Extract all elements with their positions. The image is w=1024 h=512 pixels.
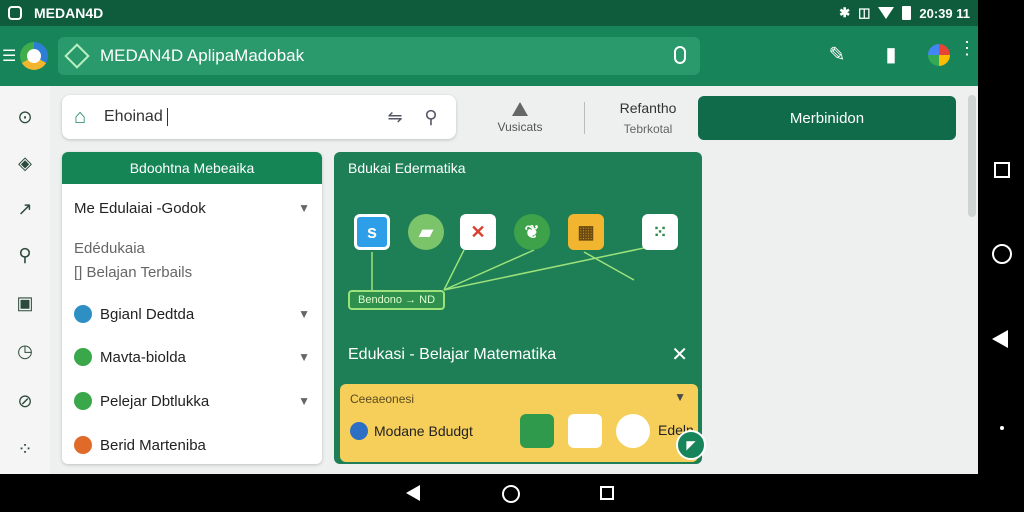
app-logo[interactable] [20, 42, 48, 70]
menu-icon[interactable]: ☰ [2, 46, 16, 66]
vibrate-icon: ◫ [858, 5, 871, 20]
list-item[interactable]: Bgianl Dedtda ▼ [74, 300, 310, 328]
home-icon[interactable] [502, 485, 520, 503]
visuals-label: Vusicats [497, 120, 543, 134]
more-vert-icon[interactable]: ⋮ [958, 39, 976, 57]
text-button-bottom: Tebrkotal [623, 122, 673, 136]
nav-rail: ⊙ ◈ ↗ ⚲ ▣ ◷ ⊘ ⁘ [0, 86, 50, 474]
app-status-icon [8, 6, 22, 20]
sub-card[interactable]: Ceeaeonesi ▼ Modane Bdudgt Edeln [340, 384, 698, 462]
tools-icon[interactable]: ✕ [460, 214, 496, 250]
chevron-down-icon[interactable]: ▼ [674, 390, 686, 404]
recents-icon[interactable] [994, 162, 1010, 178]
home-icon[interactable] [992, 244, 1012, 264]
link-icon[interactable]: ⊘ [14, 390, 36, 412]
edu-card[interactable]: Bdukai Edermatika s ▰ ✕ ❦ ▦ ⁙ Bendono → … [334, 152, 702, 464]
check-icon [350, 422, 368, 440]
back-icon[interactable] [992, 330, 1008, 348]
app-tile-icon[interactable]: s [354, 214, 390, 250]
list-item[interactable]: Me Edulaiai -Godok ▼ [74, 194, 310, 222]
app-title: MEDAN4D AplipaMadobak [100, 46, 305, 65]
status-time: 20:39 11 [919, 5, 970, 21]
dot-icon [1000, 426, 1004, 430]
bookmark-icon[interactable]: ▮ [880, 44, 902, 66]
sub-card-row[interactable]: Modane Bdudgt [350, 422, 473, 440]
list-item[interactable]: Mavta-biolda ▼ [74, 343, 310, 371]
text-button[interactable]: Refantho Tebrkotal [608, 100, 688, 136]
text-button-top: Refantho [619, 100, 677, 116]
visuals-button[interactable]: Vusicats [490, 98, 550, 138]
pen-icon[interactable]: ✎ [826, 44, 848, 66]
orange-dot-icon [74, 436, 92, 454]
app-screen: MEDAN4D ✱ ◫ 20:39 11 ☰ MEDAN4D AplipaMad… [0, 0, 978, 474]
list-subitem[interactable]: Edédukaia [74, 240, 145, 257]
side-navigation-bar [978, 0, 1024, 474]
battery-icon [902, 6, 912, 20]
close-icon[interactable]: ✕ [671, 342, 688, 367]
calendar-icon[interactable]: ▣ [14, 292, 36, 314]
list-item[interactable]: Berid Marteniba [74, 431, 310, 459]
app-mini-icon[interactable] [616, 414, 650, 448]
list-subitem[interactable]: [] Belajan Terbails [74, 264, 192, 281]
sub-card-label: Ceeaeonesi [350, 392, 415, 406]
divider [584, 102, 585, 134]
diamond-icon [64, 43, 90, 69]
chevron-down-icon: ▼ [298, 350, 310, 364]
box-icon[interactable]: ▦ [568, 214, 604, 250]
scrollbar[interactable] [968, 95, 976, 217]
apps-grid-icon[interactable]: ⁘ [14, 438, 36, 460]
recents-icon[interactable] [600, 486, 614, 500]
share-icon[interactable]: ↗ [14, 198, 36, 220]
download-icon[interactable]: ⊙ [14, 106, 36, 128]
search-icon[interactable]: ⚲ [420, 107, 442, 128]
wifi-icon [878, 7, 895, 19]
status-app-name: MEDAN4D [34, 5, 104, 21]
avatar[interactable] [928, 44, 950, 66]
grid-icon[interactable]: ⁙ [642, 214, 678, 250]
search-value[interactable]: Ehoinad [104, 107, 168, 126]
back-icon[interactable] [406, 485, 420, 501]
search-icon[interactable]: ⚲ [14, 244, 36, 266]
chevron-down-icon: ▼ [298, 307, 310, 321]
primary-button[interactable]: Merbinidon [698, 96, 956, 140]
globe-icon [74, 305, 92, 323]
card-chip[interactable]: Bendono → ND [348, 290, 446, 310]
chevron-down-icon: ▼ [298, 394, 310, 408]
status-bar: MEDAN4D ✱ ◫ 20:39 11 [0, 0, 978, 26]
left-panel: Bdoohtna Mebeaika Me Edulaiai -Godok ▼ E… [62, 152, 322, 464]
clock-icon[interactable]: ◷ [14, 340, 36, 362]
filter-icon[interactable]: ⇋ [384, 107, 406, 128]
bluetooth-icon: ✱ [839, 5, 851, 20]
leaf-icon [74, 348, 92, 366]
app-tile-icon[interactable]: ▰ [408, 214, 444, 250]
app-search-bar[interactable]: MEDAN4D AplipaMadobak [58, 37, 700, 75]
chevron-down-icon: ▼ [298, 201, 310, 215]
list-item[interactable]: Pelejar Dbtlukka ▼ [74, 387, 310, 415]
triangle-icon [512, 102, 528, 116]
edit-fab[interactable]: ◤ [676, 430, 706, 460]
app-mini-icon[interactable] [568, 414, 602, 448]
check-icon [74, 392, 92, 410]
bottom-navigation-bar [0, 474, 1024, 512]
status-icons: ✱ ◫ 20:39 11 [839, 5, 970, 21]
layers-icon[interactable]: ◈ [14, 152, 36, 174]
app-mini-icon[interactable] [520, 414, 554, 448]
main-search-field[interactable]: ⌂ Ehoinad ⇋ ⚲ [62, 95, 456, 139]
left-panel-header: Bdoohtna Mebeaika [62, 152, 322, 184]
card-title: Edukasi - Belajar Matematika [348, 346, 557, 363]
app-bar: ☰ MEDAN4D AplipaMadobak ✎ ▮ ⋮ [0, 26, 978, 86]
leaf-icon[interactable]: ❦ [514, 214, 550, 250]
mic-icon[interactable] [674, 46, 686, 64]
logo-small-icon: ⌂ [74, 105, 87, 128]
